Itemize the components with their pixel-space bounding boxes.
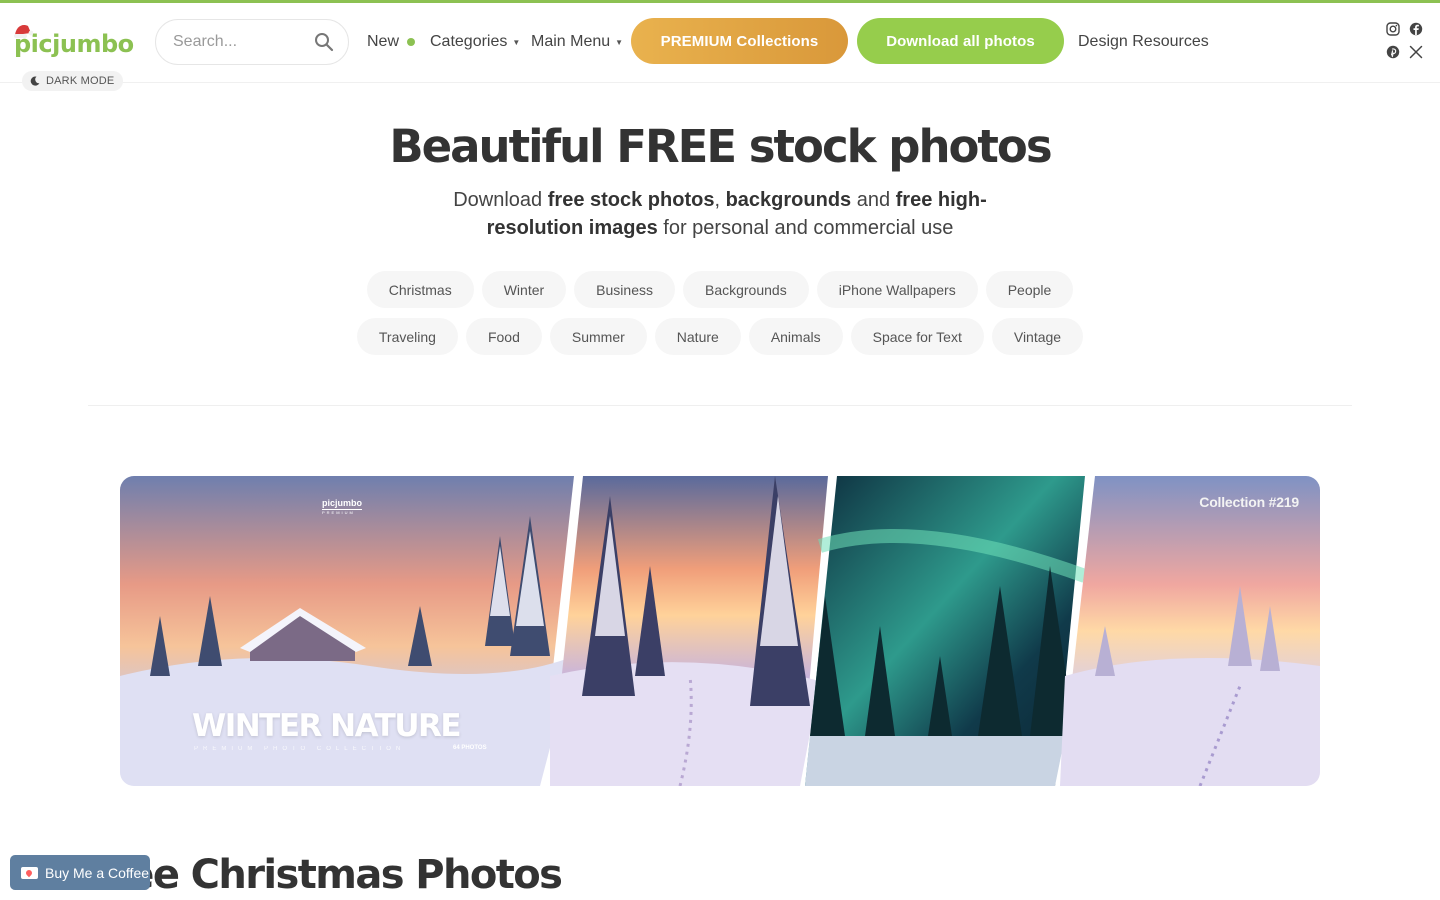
tag-space-for-text[interactable]: Space for Text xyxy=(850,318,984,355)
site-logo[interactable]: picjumbo xyxy=(14,25,134,59)
subtitle-bold: free stock photos xyxy=(547,189,715,211)
premium-collection-banner[interactable]: picjumbo PREMIUM WINTER NATURE PREMIUM PH… xyxy=(120,476,1320,786)
dark-mode-label: DARK MODE xyxy=(46,75,115,87)
tag-people[interactable]: People xyxy=(985,271,1074,308)
hero-subtitle: Download free stock photos, backgrounds … xyxy=(440,186,1000,242)
tag-vintage[interactable]: Vintage xyxy=(991,318,1084,355)
nav-categories[interactable]: Categories ▼ xyxy=(430,31,520,53)
nav-design-resources-label: Design Resources xyxy=(1078,33,1209,50)
subtitle-bold: backgrounds xyxy=(725,189,852,211)
subtitle-text: for personal and commercial use xyxy=(657,217,954,239)
nav-categories-label: Categories xyxy=(430,33,508,50)
nav-main-menu-label: Main Menu xyxy=(531,33,611,50)
tag-iphone-wallpapers[interactable]: iPhone Wallpapers xyxy=(816,271,978,308)
caret-down-icon: ▼ xyxy=(512,37,521,47)
download-all-photos-button[interactable]: Download all photos xyxy=(857,18,1064,64)
tag-traveling[interactable]: Traveling xyxy=(356,318,458,355)
subtitle-text: Download xyxy=(453,189,548,211)
collection-number: Collection #219 xyxy=(1199,494,1299,510)
tag-backgrounds[interactable]: Backgrounds xyxy=(682,271,809,308)
banner-logo: picjumbo PREMIUM xyxy=(322,498,362,515)
category-tags-row-1: Christmas Winter Business Backgrounds iP… xyxy=(0,271,1440,308)
nav-main-menu[interactable]: Main Menu ▼ xyxy=(531,31,623,53)
banner-logo-text: picjumbo xyxy=(322,498,362,508)
tag-business[interactable]: Business xyxy=(574,271,675,308)
new-indicator-dot xyxy=(407,38,416,46)
facebook-icon[interactable] xyxy=(1409,22,1423,36)
banner-title: WINTER NATURE xyxy=(192,708,462,744)
subtitle-text: , xyxy=(714,189,726,211)
buy-me-a-coffee-button[interactable]: Buy Me a Coffee xyxy=(10,855,150,890)
santa-hat-icon xyxy=(14,25,33,38)
logo-text-jumbo: jumbo xyxy=(52,30,134,58)
section-divider xyxy=(88,405,1352,406)
subtitle-text: and xyxy=(851,189,896,211)
tag-animals[interactable]: Animals xyxy=(748,318,843,355)
section-title: Free Christmas Photos xyxy=(86,852,563,898)
tag-winter[interactable]: Winter xyxy=(481,271,567,308)
banner-photo-count: 64 PHOTOS xyxy=(453,745,487,751)
search-icon[interactable] xyxy=(314,32,334,52)
x-icon[interactable] xyxy=(1409,45,1423,59)
caret-down-icon: ▼ xyxy=(615,37,624,47)
tag-christmas[interactable]: Christmas xyxy=(366,271,474,308)
site-header: picjumbo New Categories ▼ Main Menu ▼ PR… xyxy=(0,3,1440,83)
premium-collections-button[interactable]: PREMIUM Collections xyxy=(631,18,848,64)
tag-food[interactable]: Food xyxy=(465,318,542,355)
dark-mode-toggle[interactable]: DARK MODE xyxy=(22,71,124,91)
category-tags-row-2: Traveling Food Summer Nature Animals Spa… xyxy=(0,318,1440,355)
pinterest-icon[interactable] xyxy=(1386,45,1400,59)
instagram-icon[interactable] xyxy=(1386,22,1400,36)
tag-nature[interactable]: Nature xyxy=(654,318,741,355)
coffee-heart-icon xyxy=(21,866,38,879)
banner-logo-sub: PREMIUM xyxy=(322,509,362,515)
nav-new-label: New xyxy=(367,33,400,50)
moon-icon xyxy=(30,76,40,86)
tag-summer[interactable]: Summer xyxy=(549,318,647,355)
nav-new[interactable]: New xyxy=(367,31,416,53)
banner-subtitle: PREMIUM PHOTO COLLECTION xyxy=(194,746,406,752)
search-input[interactable] xyxy=(173,33,303,51)
page-title: Beautiful FREE stock photos xyxy=(389,120,1052,173)
buy-me-a-coffee-label: Buy Me a Coffee xyxy=(45,864,150,881)
search-box xyxy=(155,19,349,65)
nav-design-resources[interactable]: Design Resources xyxy=(1078,31,1209,53)
